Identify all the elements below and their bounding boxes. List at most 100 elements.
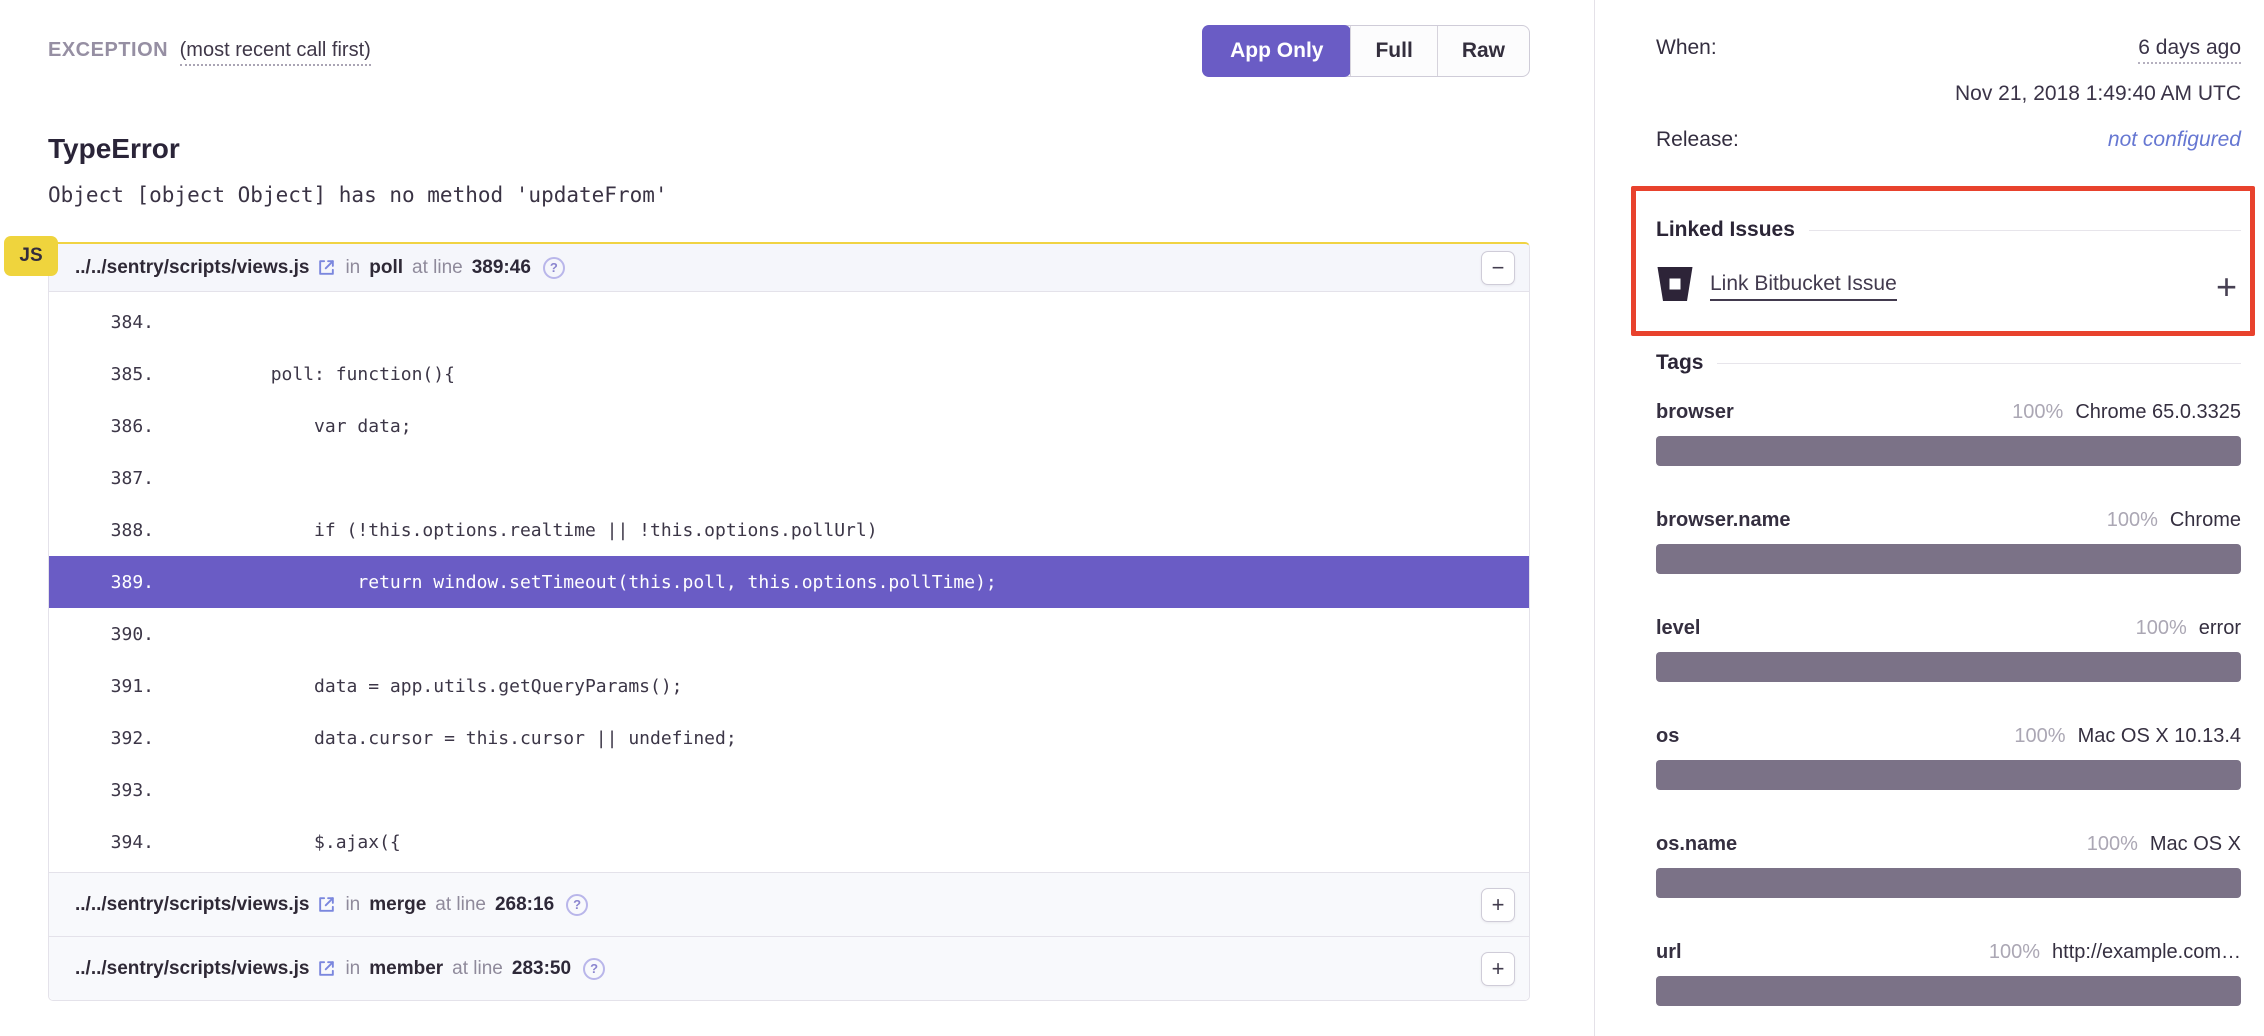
frame-function: poll bbox=[369, 257, 403, 279]
tag-row: url100%http://example.com… bbox=[1656, 941, 2241, 1006]
tag-percent: 100% bbox=[2107, 509, 2158, 532]
when-absolute-time: Nov 21, 2018 1:49:40 AM UTC bbox=[1656, 82, 2241, 106]
at-line-label: at line bbox=[412, 257, 463, 279]
frame-line-number: 283:50 bbox=[512, 958, 571, 980]
tag-row: os.name 100% Mac OS X bbox=[1656, 833, 2241, 898]
link-bitbucket-row: Link Bitbucket Issue + bbox=[1656, 266, 2241, 307]
line-number: 391. bbox=[49, 676, 154, 697]
at-line-label: at line bbox=[452, 958, 503, 980]
in-label: in bbox=[345, 257, 360, 279]
error-message: Object [object Object] has no method 'up… bbox=[48, 183, 1530, 207]
code-context: 384.385. poll: function(){386. var data;… bbox=[49, 292, 1529, 872]
toggle-full-button[interactable]: Full bbox=[1350, 26, 1437, 76]
tag-value[interactable]: http://example.com… bbox=[2052, 941, 2241, 964]
linked-issues-heading-row: Linked Issues bbox=[1656, 218, 2241, 242]
toggle-raw-button[interactable]: Raw bbox=[1438, 26, 1529, 76]
when-row: When: 6 days ago bbox=[1656, 36, 2241, 64]
tags-list: browser 100% Chrome 65.0.3325 browser.name 1… bbox=[1656, 401, 2241, 1006]
external-link-icon[interactable] bbox=[317, 895, 336, 914]
code-line: 391. data = app.utils.getQueryParams(); bbox=[49, 660, 1529, 712]
tag-value[interactable]: error bbox=[2199, 617, 2241, 640]
line-number: 387. bbox=[49, 468, 154, 489]
frame-line-number: 268:16 bbox=[495, 894, 554, 916]
tag-key[interactable]: url bbox=[1656, 941, 1682, 964]
help-icon[interactable]: ? bbox=[583, 958, 605, 980]
link-bitbucket-issue-link[interactable]: Link Bitbucket Issue bbox=[1710, 272, 1897, 301]
code-line: 394. $.ajax({ bbox=[49, 816, 1529, 868]
tag-percent: 100% bbox=[2014, 725, 2065, 748]
tag-key[interactable]: os bbox=[1656, 725, 1679, 748]
source-code: poll: function(){ bbox=[184, 364, 455, 385]
frame-header-member[interactable]: ../../sentry/scripts/views.js in member … bbox=[49, 936, 1529, 1000]
issue-detail-page: EXCEPTION (most recent call first) App O… bbox=[0, 0, 2264, 1036]
bitbucket-icon bbox=[1656, 266, 1694, 307]
heading-rule bbox=[1809, 230, 2241, 231]
source-code: data = app.utils.getQueryParams(); bbox=[184, 676, 683, 697]
tag-row: os 100% Mac OS X 10.13.4 bbox=[1656, 725, 2241, 790]
tag-value[interactable]: Chrome 65.0.3325 bbox=[2075, 401, 2241, 424]
tag-row: level 100% error bbox=[1656, 617, 2241, 682]
linked-issues-heading: Linked Issues bbox=[1656, 218, 1795, 242]
release-value-link[interactable]: not configured bbox=[2108, 128, 2241, 152]
tag-key[interactable]: level bbox=[1656, 617, 1700, 640]
tag-percent: 100% bbox=[2012, 401, 2063, 424]
frame-header-merge[interactable]: ../../sentry/scripts/views.js in merge a… bbox=[49, 872, 1529, 936]
code-line: 387. bbox=[49, 452, 1529, 504]
line-number: 388. bbox=[49, 520, 154, 541]
line-number: 389. bbox=[49, 572, 154, 593]
error-type-title: TypeError bbox=[48, 133, 1530, 165]
tag-row: browser 100% Chrome 65.0.3325 bbox=[1656, 401, 2241, 466]
tag-key[interactable]: os.name bbox=[1656, 833, 1737, 856]
tags-heading-row: Tags bbox=[1656, 351, 2241, 375]
in-label: in bbox=[345, 958, 360, 980]
tag-key[interactable]: browser.name bbox=[1656, 509, 1791, 532]
exception-label: EXCEPTION bbox=[48, 39, 168, 61]
when-relative-time[interactable]: 6 days ago bbox=[2138, 36, 2241, 64]
linked-issues-section: Linked Issues Link Bitbucket Issue + bbox=[1656, 218, 2241, 307]
release-row: Release: not configured bbox=[1656, 128, 2241, 152]
line-number: 392. bbox=[49, 728, 154, 749]
frame-header-poll[interactable]: ../../sentry/scripts/views.js in poll at… bbox=[49, 244, 1529, 292]
tag-value[interactable]: Chrome bbox=[2170, 509, 2241, 532]
tags-heading: Tags bbox=[1656, 351, 1703, 375]
line-number: 390. bbox=[49, 624, 154, 645]
exception-section-title: EXCEPTION (most recent call first) bbox=[48, 25, 371, 62]
frame-file-path: ../../sentry/scripts/views.js bbox=[75, 257, 309, 279]
when-label: When: bbox=[1656, 36, 1717, 60]
tag-value[interactable]: Mac OS X bbox=[2150, 833, 2241, 856]
line-number: 386. bbox=[49, 416, 154, 437]
tag-distribution-bar bbox=[1656, 436, 2241, 466]
tag-percent: 100% bbox=[2136, 617, 2187, 640]
collapse-frame-button[interactable]: − bbox=[1481, 251, 1515, 285]
tag-value[interactable]: Mac OS X 10.13.4 bbox=[2078, 725, 2241, 748]
code-line: 393. bbox=[49, 764, 1529, 816]
stacktrace-frames: JS ../../sentry/scripts/views.js in poll… bbox=[48, 242, 1530, 1001]
platform-js-badge: JS bbox=[4, 236, 58, 276]
exception-panel: EXCEPTION (most recent call first) App O… bbox=[0, 0, 1594, 1036]
frame-function: member bbox=[369, 958, 443, 980]
external-link-icon[interactable] bbox=[317, 959, 336, 978]
code-line: 386. var data; bbox=[49, 400, 1529, 452]
expand-frame-button[interactable]: + bbox=[1481, 952, 1515, 986]
code-line: 384. bbox=[49, 296, 1529, 348]
help-icon[interactable]: ? bbox=[566, 894, 588, 916]
tag-distribution-bar bbox=[1656, 652, 2241, 682]
frame-function: merge bbox=[369, 894, 426, 916]
tag-distribution-bar bbox=[1656, 544, 2241, 574]
stacktrace-view-toggle: App Only Full Raw bbox=[1202, 25, 1530, 77]
code-line: 388. if (!this.options.realtime || !this… bbox=[49, 504, 1529, 556]
frame-line-number: 389:46 bbox=[472, 257, 531, 279]
code-line: 389. return window.setTimeout(this.poll,… bbox=[49, 556, 1529, 608]
call-order-note[interactable]: (most recent call first) bbox=[180, 39, 371, 66]
tag-key[interactable]: browser bbox=[1656, 401, 1734, 424]
help-icon[interactable]: ? bbox=[543, 257, 565, 279]
source-code: return window.setTimeout(this.poll, this… bbox=[184, 572, 997, 593]
expand-frame-button[interactable]: + bbox=[1481, 888, 1515, 922]
at-line-label: at line bbox=[435, 894, 486, 916]
frame-file-path: ../../sentry/scripts/views.js bbox=[75, 958, 309, 980]
code-line: 392. data.cursor = this.cursor || undefi… bbox=[49, 712, 1529, 764]
tag-percent: 100% bbox=[2087, 833, 2138, 856]
toggle-app-only-button[interactable]: App Only bbox=[1202, 25, 1351, 77]
external-link-icon[interactable] bbox=[317, 258, 336, 277]
add-linked-issue-button[interactable]: + bbox=[2216, 269, 2241, 305]
